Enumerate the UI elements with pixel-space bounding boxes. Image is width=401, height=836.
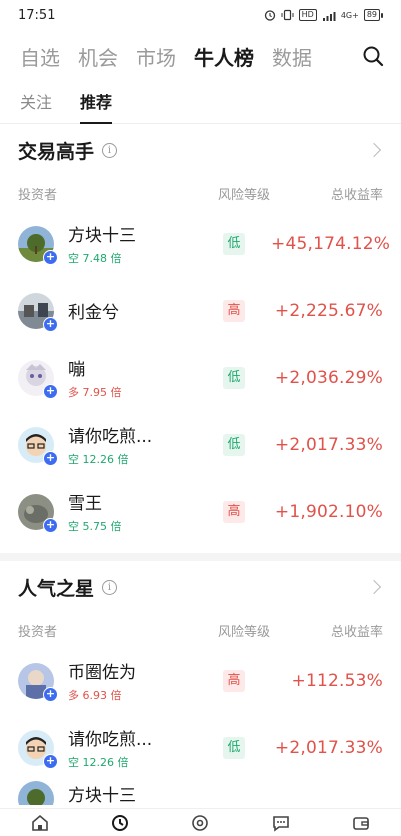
battery-level: 89: [363, 9, 380, 21]
follow-plus-icon[interactable]: +: [43, 450, 58, 466]
tab-watchlist[interactable]: 自选: [20, 42, 60, 71]
4g-signal-icon: 4G+: [340, 10, 359, 20]
col-investor: 投资者: [18, 187, 58, 203]
trader-name: 方块十三: [68, 226, 136, 246]
follow-plus-icon[interactable]: +: [43, 316, 58, 332]
bottom-nav: [0, 808, 401, 836]
avatar[interactable]: +: [18, 359, 58, 399]
avatar[interactable]: +: [18, 426, 58, 466]
section-header[interactable]: 人气之星 i: [18, 561, 383, 613]
section-title: 交易高手: [18, 140, 95, 163]
list-item[interactable]: + 请你吃煎... 空 12.26 倍 低 +2,017.33%: [18, 714, 383, 781]
status-time: 17:51: [18, 7, 56, 23]
leverage-label: 空 5.75 倍: [68, 520, 122, 533]
risk-badge: 低: [223, 736, 245, 759]
column-headers: 投资者 风险等级 总收益率: [18, 613, 383, 647]
risk-badge: 低: [223, 433, 245, 456]
alarm-icon: [264, 10, 275, 21]
follow-plus-icon[interactable]: +: [43, 517, 58, 533]
info-icon[interactable]: i: [102, 142, 118, 158]
avatar[interactable]: +: [18, 493, 58, 533]
total-return: +45,174.12%: [271, 233, 391, 254]
list-item[interactable]: + 方块十三 空 7.48 倍 低 +45,174.12%: [18, 210, 391, 277]
avatar[interactable]: [18, 781, 54, 805]
battery-icon: 89: [363, 9, 383, 21]
col-risk: 风险等级: [217, 624, 270, 640]
hd-icon: HD: [298, 9, 317, 21]
search-icon[interactable]: [361, 44, 385, 68]
leverage-label: 空 7.48 倍: [68, 252, 122, 265]
risk-badge: 低: [223, 366, 245, 389]
sub-nav: 关注 推荐: [0, 82, 401, 124]
vibrate-icon: [281, 9, 294, 21]
wallet-icon[interactable]: [351, 813, 371, 833]
trader-name: 嘣: [68, 360, 85, 380]
list-item[interactable]: + 币圈佐为 多 6.93 倍 高 +112.53%: [18, 647, 383, 714]
total-return: +2,036.29%: [274, 367, 383, 388]
total-return: +2,225.67%: [274, 300, 383, 321]
total-return: +112.53%: [291, 670, 383, 691]
status-bar: 17:51 HD 4G+ 89: [0, 0, 401, 30]
trader-name: 利金兮: [68, 303, 119, 323]
leverage-label: 空 12.26 倍: [68, 453, 129, 466]
tab-opportunities[interactable]: 机会: [78, 42, 118, 71]
signal-icon: [322, 11, 336, 21]
follow-plus-icon[interactable]: +: [43, 383, 58, 399]
avatar[interactable]: +: [18, 729, 58, 769]
leverage-label: 多 6.93 倍: [68, 689, 122, 702]
leverage-label: 空 12.26 倍: [68, 756, 129, 769]
follow-plus-icon[interactable]: +: [43, 686, 58, 702]
tab-recommended[interactable]: 推荐: [80, 82, 113, 124]
section-popular-stars: 人气之星 i 投资者 风险等级 总收益率 + 币圈佐为 多 6.93 倍 高 +…: [0, 561, 401, 805]
trade-icon[interactable]: [110, 813, 130, 833]
chevron-right-icon[interactable]: [366, 579, 382, 595]
leverage-label: 多 7.95 倍: [68, 386, 122, 399]
column-headers: 投资者 风险等级 总收益率: [18, 176, 383, 210]
list-item[interactable]: + 雪王 空 5.75 倍 高 +1,902.10%: [18, 478, 383, 545]
risk-badge: 高: [223, 299, 245, 322]
avatar[interactable]: +: [18, 662, 58, 702]
chevron-right-icon[interactable]: [366, 142, 382, 158]
section-title: 人气之星: [18, 577, 95, 600]
home-icon[interactable]: [30, 813, 50, 833]
tab-data[interactable]: 数据: [272, 42, 312, 71]
list-item[interactable]: + 利金兮 高 +2,225.67%: [18, 277, 383, 344]
trader-name: 币圈佐为: [68, 663, 136, 683]
status-icons: HD 4G+ 89: [264, 9, 383, 21]
trader-name: 请你吃煎...: [68, 427, 153, 447]
col-return: 总收益率: [330, 624, 383, 640]
risk-badge: 高: [223, 500, 245, 523]
trader-name: 请你吃煎...: [68, 730, 153, 750]
total-return: +1,902.10%: [274, 501, 383, 522]
trader-name: 雪王: [68, 494, 102, 514]
tab-market[interactable]: 市场: [136, 42, 176, 71]
section-top-traders: 交易高手 i 投资者 风险等级 总收益率 + 方块十三 空 7.48 倍 低 +…: [0, 124, 401, 545]
list-item[interactable]: 方块十三: [18, 781, 383, 805]
section-divider: [0, 553, 401, 561]
follow-plus-icon[interactable]: +: [43, 753, 58, 769]
total-return: +2,017.33%: [274, 737, 383, 758]
main-nav: 自选 机会 市场 牛人榜 数据: [0, 30, 401, 82]
avatar[interactable]: +: [18, 292, 58, 332]
trader-name: 方块十三: [68, 786, 136, 805]
risk-badge: 高: [223, 669, 245, 692]
section-header[interactable]: 交易高手 i: [18, 124, 383, 176]
col-return: 总收益率: [330, 187, 383, 203]
total-return: +2,017.33%: [274, 434, 383, 455]
discover-icon[interactable]: [190, 813, 210, 833]
col-risk: 风险等级: [217, 187, 270, 203]
list-item[interactable]: + 请你吃煎... 空 12.26 倍 低 +2,017.33%: [18, 411, 383, 478]
follow-plus-icon[interactable]: +: [43, 249, 58, 265]
info-icon[interactable]: i: [102, 579, 118, 595]
risk-badge: 低: [223, 232, 245, 255]
tab-leaderboard[interactable]: 牛人榜: [194, 42, 254, 71]
list-item[interactable]: + 嘣 多 7.95 倍 低 +2,036.29%: [18, 344, 383, 411]
col-investor: 投资者: [18, 624, 58, 640]
tab-following[interactable]: 关注: [20, 82, 52, 124]
avatar[interactable]: +: [18, 225, 58, 265]
chat-icon[interactable]: [271, 813, 291, 833]
